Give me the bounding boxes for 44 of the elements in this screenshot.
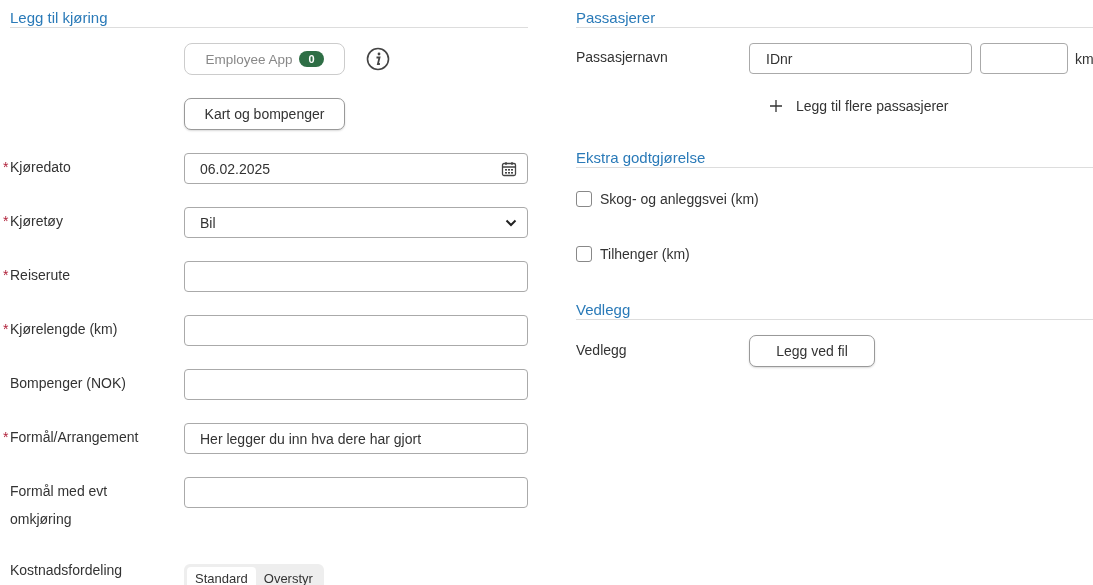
required-asterisk: * [3, 428, 10, 447]
input-field[interactable]: Her legger du inn hva dere har gjort [184, 423, 528, 454]
add-passenger-link[interactable]: Legg til flere passasjerer [770, 98, 949, 114]
field-label: Vedlegg [576, 341, 628, 358]
field-label: Formål/Arrangement [10, 428, 140, 447]
required-asterisk: * [3, 212, 10, 231]
section-heading: Legg til kjøring [10, 0, 528, 28]
calendar-icon[interactable] [501, 160, 517, 177]
unit-label: km [1075, 50, 1093, 67]
checkbox[interactable] [576, 191, 592, 207]
input-field[interactable] [184, 315, 528, 346]
field-label: Kjøredato [10, 158, 72, 177]
field-label: Bompenger (NOK) [10, 374, 127, 393]
employee-app-button[interactable]: Employee App 0 [184, 43, 345, 75]
chevron-down-icon [505, 218, 517, 227]
field-label: Passasjernavn [576, 49, 669, 65]
input-field[interactable] [184, 477, 528, 508]
attach-file-button[interactable]: Legg ved fil [749, 335, 875, 367]
section-heading: Passasjerer [576, 0, 1093, 28]
checkbox-label: Skog- og anleggsvei (km) [600, 191, 759, 207]
info-icon[interactable] [366, 47, 390, 71]
segment-option[interactable]: Overstyr [255, 567, 321, 585]
input-field[interactable] [980, 43, 1068, 74]
vehicle-dropdown[interactable]: Bil [184, 207, 528, 238]
count-badge: 0 [299, 51, 324, 67]
required-asterisk: * [3, 320, 10, 339]
field-label: Kjørelengde (km) [10, 320, 119, 339]
section-heading: Ekstra godtgjørelse [576, 140, 1093, 168]
field-label: Reiserute [10, 266, 71, 285]
plus-icon [770, 100, 782, 112]
field-label: Formål med evt omkjøring [10, 482, 109, 529]
checkbox[interactable] [576, 246, 592, 262]
input-field[interactable]: IDnr [749, 43, 972, 74]
checkbox-label: Tilhenger (km) [600, 246, 690, 262]
required-asterisk: * [3, 266, 10, 285]
field-label: Kostnadsfordeling [10, 561, 124, 580]
input-field[interactable] [184, 261, 528, 292]
segment-option[interactable]: Standard [187, 567, 256, 585]
input-field[interactable] [184, 369, 528, 400]
required-asterisk: * [3, 158, 10, 177]
date-field[interactable]: 06.02.2025 [184, 153, 528, 184]
section-heading: Vedlegg [576, 292, 1093, 320]
map-button[interactable]: Kart og bompenger [184, 98, 345, 130]
field-label: Kjøretøy [10, 212, 64, 231]
